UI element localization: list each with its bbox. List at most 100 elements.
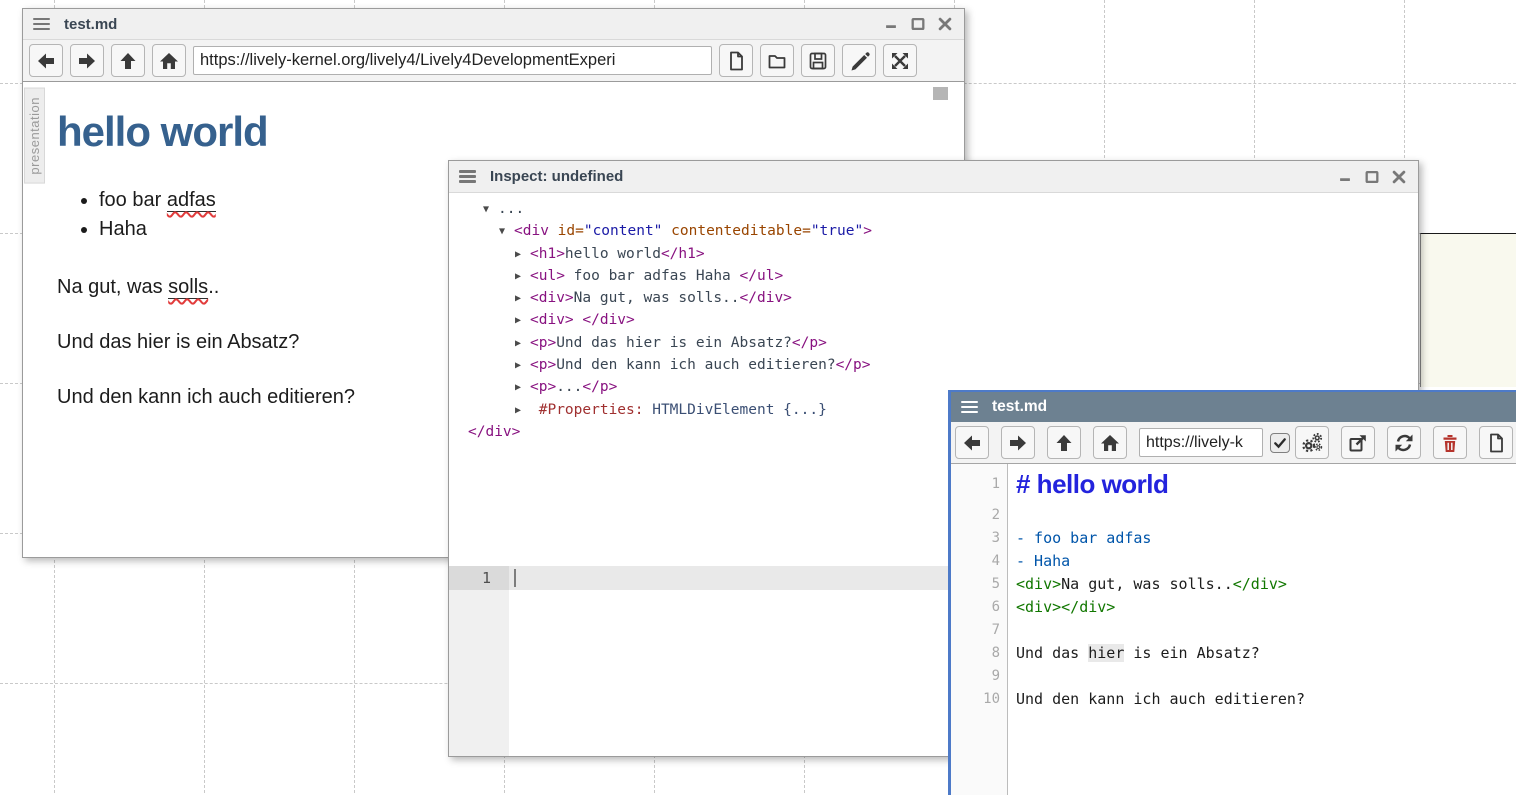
token-tag: <ul> [530, 268, 565, 284]
back-button[interactable] [29, 44, 63, 77]
token-tag: </p> [836, 357, 871, 373]
edit-button[interactable] [842, 44, 876, 77]
edit-icon [852, 52, 870, 70]
up-icon [121, 53, 136, 69]
back-button[interactable] [955, 426, 989, 459]
home-icon [1101, 435, 1119, 451]
code-line[interactable] [1008, 504, 1516, 527]
home-icon [160, 53, 178, 69]
token-plain: Haha [99, 218, 147, 240]
url-input[interactable] [193, 46, 712, 75]
editor-line: 8Und das hier is ein Absatz? [951, 642, 1516, 665]
dom-tree-node[interactable]: ▶<p>Und den kann ich auch editieren?</p> [449, 354, 1418, 376]
dom-tree-node[interactable]: ▶<ul> foo bar adfas Haha </ul> [449, 265, 1418, 287]
folder-button[interactable] [760, 44, 794, 77]
dom-tree-node[interactable]: ▶<div>Na gut, was solls..</div> [449, 287, 1418, 309]
minimize-icon [886, 25, 896, 28]
url-input[interactable] [1139, 428, 1263, 457]
folder-icon [770, 56, 785, 68]
new-file-button[interactable] [719, 44, 753, 77]
titlebar[interactable]: test.md [23, 9, 964, 40]
token-val: "content" [584, 223, 663, 239]
token-md-list: - Haha [1016, 552, 1070, 570]
code-line[interactable] [1008, 665, 1516, 688]
code-line[interactable] [1008, 619, 1516, 642]
token-mis: solls [168, 276, 208, 299]
open-external-button[interactable] [1341, 426, 1375, 459]
code-line[interactable]: # hello world [1008, 464, 1516, 504]
editor-line: 10Und den kann ich auch editieren? [951, 688, 1516, 711]
resize-button[interactable] [883, 44, 917, 77]
window-title: test.md [992, 398, 1047, 416]
token-tag-green: <div> [1016, 575, 1061, 593]
dom-tree-node[interactable]: ▶<h1>hello world</h1> [449, 243, 1418, 265]
up-button[interactable] [111, 44, 145, 77]
window-menu-icon[interactable] [459, 167, 476, 185]
token-tri: ▶ [515, 355, 530, 377]
code-line[interactable]: <div>Na gut, was solls..</div> [1008, 573, 1516, 596]
line-number: 9 [951, 665, 1008, 688]
back-icon [964, 435, 980, 450]
token-tag: <div> [530, 290, 574, 306]
token-tri: ▶ [515, 333, 530, 355]
token-tri: ▶ [515, 400, 530, 422]
scroll-handle[interactable] [933, 87, 948, 100]
auto-update-checkbox[interactable] [1270, 433, 1290, 453]
close-button[interactable] [936, 15, 954, 33]
minimize-button[interactable] [1336, 168, 1354, 186]
home-button[interactable] [152, 44, 186, 77]
token-tag: </h1> [661, 246, 705, 262]
token-tag-green: </div> [1233, 575, 1287, 593]
token-prop: #Properties: [530, 402, 652, 418]
dom-tree-node[interactable]: ▼<div id="content" contenteditable="true… [449, 220, 1418, 242]
external-link-icon [1351, 435, 1366, 450]
reload-button[interactable] [1387, 426, 1421, 459]
maximize-button[interactable] [909, 15, 927, 33]
dom-tree-node[interactable]: ▶<p>Und das hier is ein Absatz?</p> [449, 332, 1418, 354]
presentation-tab[interactable]: presentation [24, 88, 45, 184]
minimize-button[interactable] [882, 15, 900, 33]
token-tag: </div> [740, 290, 792, 306]
token-tag: <div> [530, 312, 574, 328]
forward-button[interactable] [70, 44, 104, 77]
code-line[interactable]: Und das hier is ein Absatz? [1008, 642, 1516, 665]
token-text: Und den kann ich auch editieren? [556, 357, 835, 373]
code-line[interactable]: <div></div> [1008, 596, 1516, 619]
editor-line: 1# hello world [951, 464, 1516, 504]
settings-button[interactable] [1295, 426, 1329, 459]
titlebar[interactable]: Inspect: undefined [449, 161, 1418, 193]
window-menu-icon[interactable] [961, 398, 978, 416]
token-text: ... [556, 379, 582, 395]
home-button[interactable] [1093, 426, 1127, 459]
token-plain: Na gut, was solls.. [1061, 575, 1233, 593]
token-tag: <p> [530, 379, 556, 395]
titlebar[interactable]: test.md [951, 392, 1516, 422]
close-button[interactable] [1390, 168, 1408, 186]
code-line[interactable]: - Haha [1008, 550, 1516, 573]
window-title: Inspect: undefined [490, 168, 623, 185]
token-tri: ▶ [515, 310, 530, 332]
delete-button[interactable] [1433, 426, 1467, 459]
new-file-button[interactable] [1479, 426, 1513, 459]
text-cursor [514, 569, 516, 587]
line-number: 4 [951, 550, 1008, 573]
up-button[interactable] [1047, 426, 1081, 459]
code-line[interactable]: - foo bar adfas [1008, 527, 1516, 550]
token-tag: <p> [530, 335, 556, 351]
forward-button[interactable] [1001, 426, 1035, 459]
window-menu-icon[interactable] [33, 15, 50, 33]
token-text: Na gut, was solls.. [574, 290, 740, 306]
token-tri: ▶ [515, 266, 530, 288]
line-number: 10 [951, 688, 1008, 711]
token-text: hello world [565, 246, 661, 262]
maximize-button[interactable] [1363, 168, 1381, 186]
dom-tree-node[interactable]: ▶<div> </div> [449, 309, 1418, 331]
editor-line: 6<div></div> [951, 596, 1516, 619]
save-button[interactable] [801, 44, 835, 77]
editor-line: 9 [951, 665, 1516, 688]
dom-tree-node[interactable]: ▼... [449, 198, 1418, 220]
token-tag: </div> [468, 424, 520, 440]
code-line[interactable]: Und den kann ich auch editieren? [1008, 688, 1516, 711]
minimize-icon [1340, 178, 1350, 181]
code-editor[interactable]: 1# hello world23- foo bar adfas4- Haha5<… [951, 464, 1516, 795]
